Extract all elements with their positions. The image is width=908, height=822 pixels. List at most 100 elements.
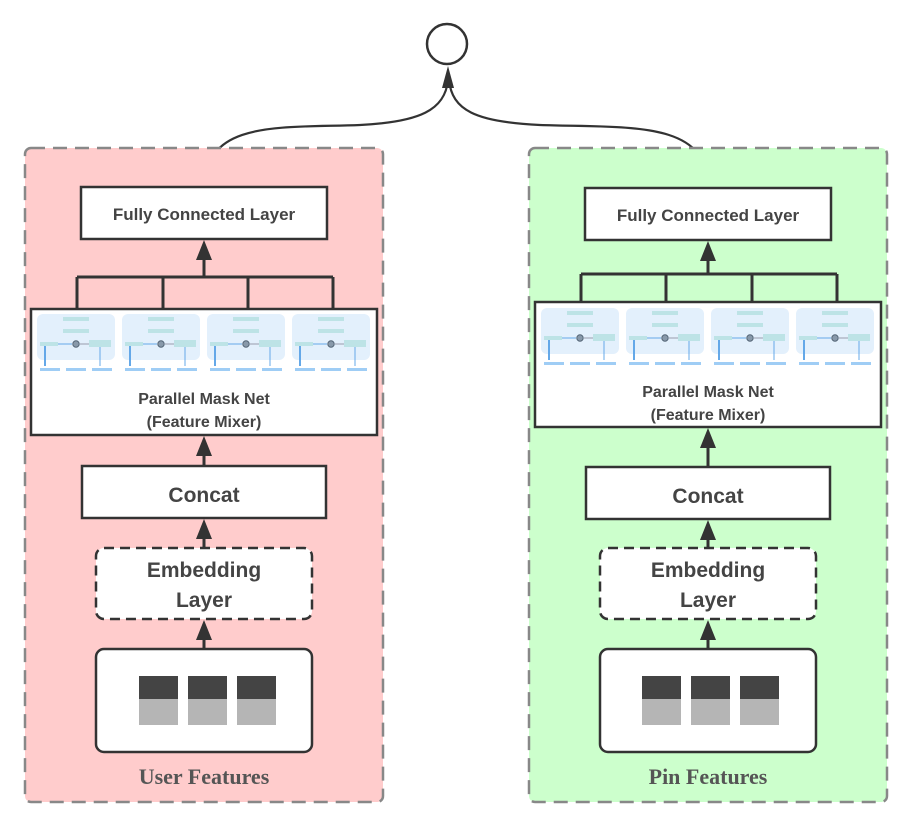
feature-cells xyxy=(642,676,779,725)
mask-block-embedding-dots xyxy=(262,368,282,371)
mask-block-mid-layer xyxy=(318,329,344,333)
mask-block-mid-layer xyxy=(148,329,174,333)
mask-block-embedding-dots xyxy=(321,368,341,371)
mask-block-top-layer xyxy=(318,317,344,321)
two-tower-diagram: Fully Connected Layer Parallel Mask Net … xyxy=(23,22,889,804)
feature-cell-bottom xyxy=(237,699,276,725)
feature-cell-top xyxy=(691,676,730,699)
mask-block-mid-layer xyxy=(822,323,848,327)
mask-block-embedding-dots xyxy=(544,362,564,365)
output-arrowhead xyxy=(442,66,454,88)
feature-cell-bottom xyxy=(642,699,681,725)
mask-block-right-input xyxy=(259,340,281,347)
mask-block-embedding-dots xyxy=(714,362,734,365)
mask-block-embedding-dots xyxy=(655,362,675,365)
feature-cell-bottom xyxy=(691,699,730,725)
parallel-mask-net-label-line1: Parallel Mask Net xyxy=(138,391,270,408)
mask-block-embedding-dots xyxy=(596,362,616,365)
output-node xyxy=(425,22,469,66)
fc-layer-label: Fully Connected Layer xyxy=(617,206,800,225)
feature-cell-bottom xyxy=(139,699,178,725)
mask-block-embedding-dots xyxy=(629,362,649,365)
mask-block-embedding-dots xyxy=(210,368,230,371)
mask-block-top-layer xyxy=(822,311,848,315)
mask-block-embedding-dots xyxy=(799,362,819,365)
mask-block-mid-layer xyxy=(737,323,763,327)
feature-cell xyxy=(139,676,178,725)
mask-block-right-input xyxy=(678,334,700,341)
mask-block-embedding-dots xyxy=(66,368,86,371)
mask-block-embedding-dots xyxy=(851,362,871,365)
mask-block-mid-layer xyxy=(652,323,678,327)
mask-block-left-input xyxy=(714,336,732,340)
concat-label: Concat xyxy=(168,484,239,507)
mask-block-embedding-dots xyxy=(570,362,590,365)
tower-caption: Pin Features xyxy=(649,764,768,789)
embedding-layer-label-line2: Layer xyxy=(176,589,232,612)
mask-block-embedding-dots xyxy=(177,368,197,371)
mask-block-left-input xyxy=(210,342,228,346)
tower-user: Fully Connected Layer Parallel Mask Net … xyxy=(23,146,385,804)
feature-cells xyxy=(139,676,276,725)
mask-block-multiply-node xyxy=(661,334,669,342)
mask-block-left-input xyxy=(544,336,562,340)
mask-block-embedding-dots xyxy=(236,368,256,371)
feature-cell-bottom xyxy=(188,699,227,725)
mask-block-left-input xyxy=(40,342,58,346)
mask-block-embedding-dots xyxy=(40,368,60,371)
mask-block-multiply-node xyxy=(157,340,165,348)
mask-block-right-input xyxy=(89,340,111,347)
mask-block-embedding-dots xyxy=(151,368,171,371)
mask-block-left-input xyxy=(629,336,647,340)
mask-block-multiply-node xyxy=(72,340,80,348)
feature-cell-top xyxy=(188,676,227,699)
feature-cell xyxy=(642,676,681,725)
feature-cell-bottom xyxy=(740,699,779,725)
mask-block-embedding-dots xyxy=(295,368,315,371)
concat-label: Concat xyxy=(672,485,743,508)
mask-block-left-input xyxy=(125,342,143,346)
mask-block-right-input xyxy=(848,334,870,341)
mask-block-left-input xyxy=(799,336,817,340)
mask-block-embedding-dots xyxy=(740,362,760,365)
mask-block-multiply-node xyxy=(242,340,250,348)
mask-block-right-input xyxy=(174,340,196,347)
feature-cell-top xyxy=(139,676,178,699)
mask-block-top-layer xyxy=(148,317,174,321)
feature-cell xyxy=(237,676,276,725)
parallel-mask-net-label-line1: Parallel Mask Net xyxy=(642,384,774,401)
mask-block-top-layer xyxy=(737,311,763,315)
feature-cell xyxy=(740,676,779,725)
mask-block-embedding-dots xyxy=(92,368,112,371)
embedding-layer-label-line1: Embedding xyxy=(651,559,765,582)
feature-cell xyxy=(691,676,730,725)
embedding-layer-label-line2: Layer xyxy=(680,589,736,612)
tower-pin: Fully Connected Layer Parallel Mask Net … xyxy=(527,146,889,804)
feature-cell-top xyxy=(237,676,276,699)
fc-layer-label: Fully Connected Layer xyxy=(113,205,296,224)
feature-cell-top xyxy=(642,676,681,699)
mask-block-top-layer xyxy=(567,311,593,315)
mask-block-multiply-node xyxy=(831,334,839,342)
mask-block-top-layer xyxy=(652,311,678,315)
mask-block-multiply-node xyxy=(576,334,584,342)
mask-block-mid-layer xyxy=(567,323,593,327)
mask-block-left-input xyxy=(295,342,313,346)
mask-block-multiply-node xyxy=(746,334,754,342)
mask-block-multiply-node xyxy=(327,340,335,348)
mask-block-mid-layer xyxy=(63,329,89,333)
mask-block-top-layer xyxy=(63,317,89,321)
feature-cell xyxy=(188,676,227,725)
tower-caption: User Features xyxy=(139,764,270,789)
parallel-mask-net-label-line2: (Feature Mixer) xyxy=(147,414,262,431)
mask-block-right-input xyxy=(344,340,366,347)
embedding-layer-label-line1: Embedding xyxy=(147,559,261,582)
mask-block-top-layer xyxy=(233,317,259,321)
mask-block-embedding-dots xyxy=(681,362,701,365)
mask-block-embedding-dots xyxy=(347,368,367,371)
mask-block-embedding-dots xyxy=(125,368,145,371)
mask-block-right-input xyxy=(763,334,785,341)
feature-cell-top xyxy=(740,676,779,699)
mask-block-right-input xyxy=(593,334,615,341)
mask-block-embedding-dots xyxy=(825,362,845,365)
